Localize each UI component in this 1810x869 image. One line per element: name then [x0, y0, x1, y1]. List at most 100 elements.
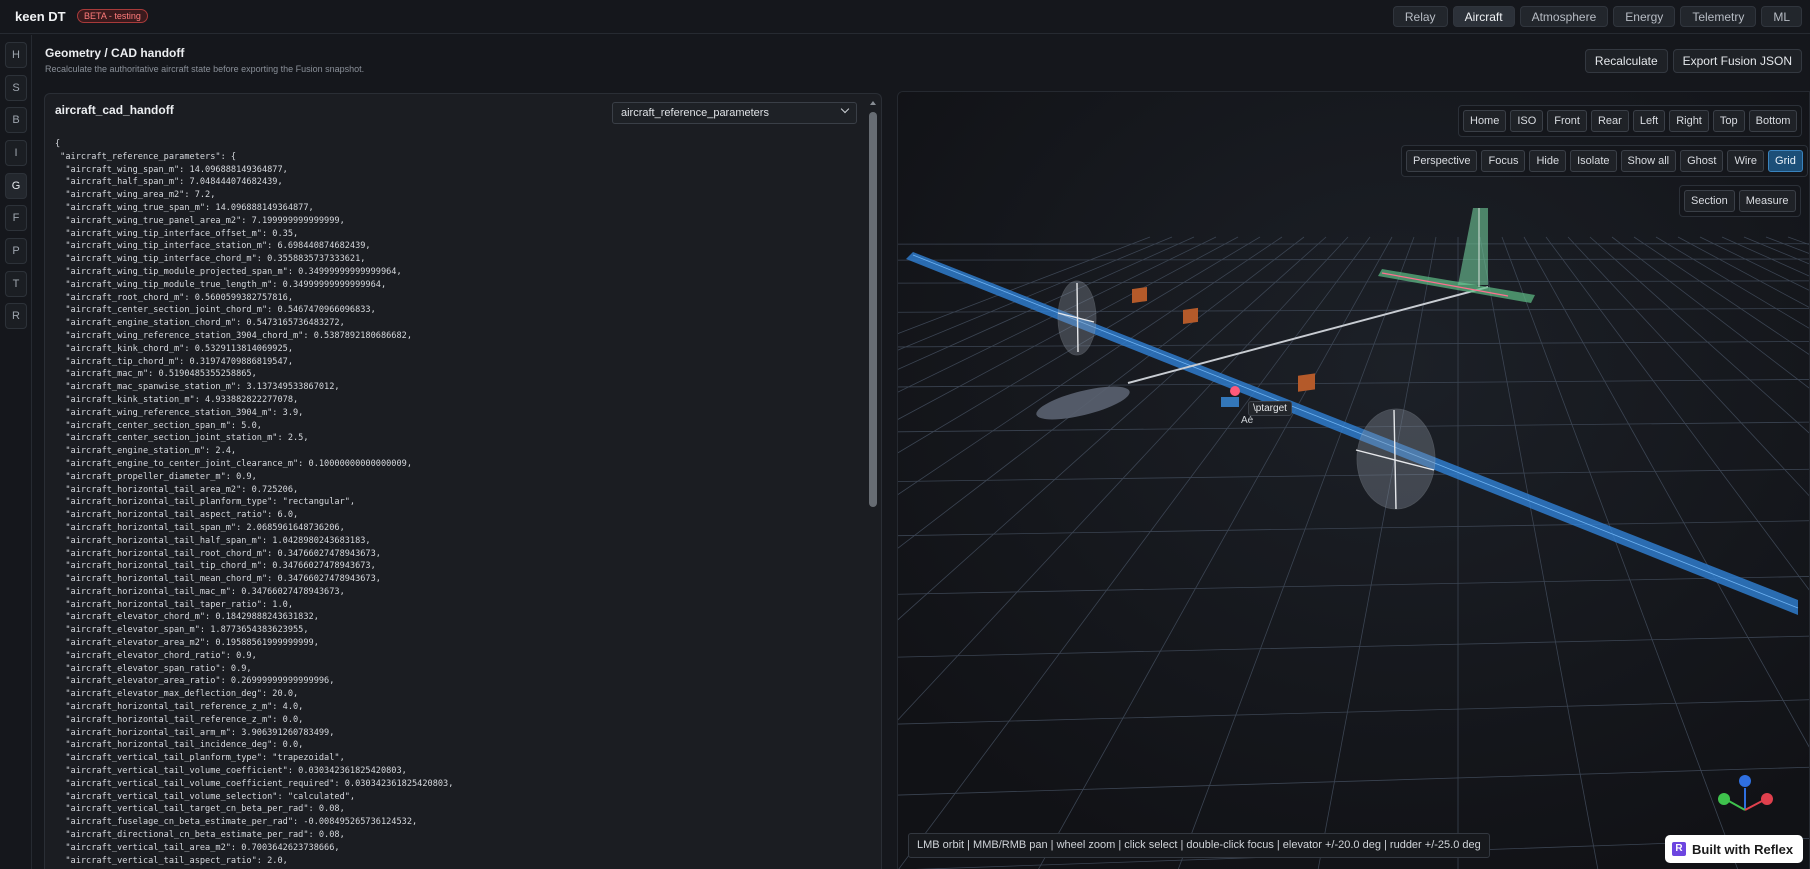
- mode-wire-button[interactable]: Wire: [1727, 150, 1765, 172]
- json-line: "aircraft_wing_tip_interface_station_m":…: [55, 241, 371, 252]
- view-left-button[interactable]: Left: [1632, 110, 1666, 132]
- top-bar: keen DT BETA - testing Relay Aircraft At…: [0, 0, 1810, 34]
- page-subtitle: Recalculate the authoritative aircraft s…: [45, 64, 365, 74]
- json-line: "aircraft_propeller_diameter_m": 0.9,: [55, 471, 257, 482]
- rail-button-g[interactable]: G: [5, 173, 27, 199]
- json-line: "aircraft_center_section_joint_station_m…: [55, 433, 309, 444]
- json-line: "aircraft_elevator_chord_m": 0.184298882…: [55, 612, 319, 623]
- app-title: keen DT: [15, 9, 66, 24]
- left-propeller-blade: [1076, 282, 1079, 353]
- header-actions: Recalculate Export Fusion JSON: [1584, 49, 1802, 73]
- nav-aircraft[interactable]: Aircraft: [1452, 6, 1515, 27]
- y-axis-handle[interactable]: [1718, 793, 1730, 805]
- axis-label: Aé: [1241, 415, 1254, 426]
- view-front-button[interactable]: Front: [1547, 110, 1587, 132]
- json-line: "aircraft_wing_true_panel_area_m2": 7.19…: [55, 215, 345, 226]
- cad-handoff-panel: aircraft_cad_handoff aircraft_reference_…: [44, 93, 882, 869]
- json-line: "aircraft_wing_span_m": 14.0968881493648…: [55, 164, 288, 175]
- view-bottom-button[interactable]: Bottom: [1748, 110, 1798, 132]
- json-line: "aircraft_fuselage_cn_beta_estimate_per_…: [55, 817, 418, 828]
- scrollbar-thumb[interactable]: [869, 112, 877, 507]
- x-axis-handle[interactable]: [1761, 793, 1773, 805]
- json-line: "aircraft_vertical_tail_planform_type": …: [55, 753, 345, 764]
- json-line: "aircraft_horizontal_tail_root_chord_m":…: [55, 548, 381, 559]
- json-line: "aircraft_horizontal_tail_mean_chord_m":…: [55, 574, 381, 585]
- built-with-reflex-badge[interactable]: R Built with Reflex: [1665, 835, 1804, 863]
- json-line: "aircraft_wing_tip_module_true_length_m"…: [55, 279, 387, 290]
- section-select[interactable]: aircraft_reference_parameters: [612, 102, 857, 124]
- viewport-background: [898, 92, 1809, 869]
- nacelle-pod[interactable]: [1183, 307, 1198, 324]
- rail-button-s[interactable]: S: [5, 75, 27, 101]
- panel-title: aircraft_cad_handoff: [55, 103, 174, 117]
- mode-hide-button[interactable]: Hide: [1529, 150, 1567, 172]
- json-line: "aircraft_kink_chord_m": 0.5329113814069…: [55, 343, 293, 354]
- rail-button-p[interactable]: P: [5, 238, 27, 264]
- json-line: "aircraft_wing_area_m2": 7.2,: [55, 190, 216, 201]
- nav-ml[interactable]: ML: [1761, 6, 1802, 27]
- view-toolbar: Home ISO Front Rear Left Right Top Bottom: [1458, 105, 1803, 137]
- rail-button-i[interactable]: I: [5, 140, 27, 166]
- selection-marker: [1221, 397, 1239, 407]
- recalculate-button[interactable]: Recalculate: [1584, 49, 1668, 73]
- rail-button-h[interactable]: H: [5, 42, 27, 68]
- json-line: "aircraft_horizontal_tail_arm_m": 3.9063…: [55, 727, 335, 738]
- built-with-reflex-label: Built with Reflex: [1692, 841, 1794, 857]
- rail-button-f[interactable]: F: [5, 205, 27, 231]
- json-line: "aircraft_vertical_tail_aspect_ratio": 2…: [55, 855, 288, 866]
- nav-energy[interactable]: Energy: [1613, 6, 1676, 27]
- mode-perspective-button[interactable]: Perspective: [1406, 150, 1478, 172]
- json-line: "aircraft_directional_cn_beta_estimate_p…: [55, 830, 345, 841]
- mode-grid-button[interactable]: Grid: [1768, 150, 1803, 172]
- nav-relay[interactable]: Relay: [1392, 6, 1448, 27]
- scroll-up-arrow-icon[interactable]: [870, 101, 876, 105]
- json-line: "aircraft_engine_station_m": 2.4,: [55, 446, 237, 457]
- rail-button-t[interactable]: T: [5, 271, 27, 297]
- json-line: "aircraft_mac_m": 0.5190485355258865,: [55, 369, 257, 380]
- nav-telemetry[interactable]: Telemetry: [1680, 6, 1757, 27]
- mode-ghost-button[interactable]: Ghost: [1680, 150, 1724, 172]
- view-home-button[interactable]: Home: [1463, 110, 1507, 132]
- mode-show-all-button[interactable]: Show all: [1620, 150, 1677, 172]
- json-line: "aircraft_horizontal_tail_taper_ratio": …: [55, 599, 293, 610]
- json-line: "aircraft_elevator_chord_ratio": 0.9,: [55, 650, 257, 661]
- controls-hint: LMB orbit | MMB/RMB pan | wheel zoom | c…: [908, 833, 1490, 858]
- nacelle-pod[interactable]: [1298, 373, 1315, 392]
- json-line: "aircraft_center_section_span_m": 5.0,: [55, 420, 262, 431]
- mode-isolate-button[interactable]: Isolate: [1570, 150, 1617, 172]
- view-rear-button[interactable]: Rear: [1590, 110, 1629, 132]
- nav-atmosphere[interactable]: Atmosphere: [1519, 6, 1609, 27]
- json-line: "aircraft_center_section_joint_chord_m":…: [55, 305, 376, 316]
- json-line: "aircraft_wing_tip_module_projected_span…: [55, 266, 402, 277]
- json-line: "aircraft_root_chord_m": 0.5600599382757…: [55, 292, 293, 303]
- json-line: "aircraft_horizontal_tail_tip_chord_m": …: [55, 561, 376, 572]
- rail-button-r[interactable]: R: [5, 303, 27, 329]
- main-nav: Relay Aircraft Atmosphere Energy Telemet…: [1392, 6, 1802, 27]
- mode-focus-button[interactable]: Focus: [1481, 150, 1526, 172]
- view-right-button[interactable]: Right: [1669, 110, 1709, 132]
- view-iso-button[interactable]: ISO: [1510, 110, 1544, 132]
- chevron-down-icon: [840, 104, 850, 114]
- z-axis-handle[interactable]: [1739, 775, 1751, 787]
- target-marker[interactable]: [1230, 386, 1240, 396]
- json-line: "aircraft_elevator_area_m2": 0.195885619…: [55, 638, 319, 649]
- json-line: "aircraft_wing_reference_station_3904_ch…: [55, 330, 412, 341]
- view-top-button[interactable]: Top: [1712, 110, 1745, 132]
- json-line: "aircraft_vertical_tail_volume_coefficie…: [55, 766, 407, 777]
- rail-button-b[interactable]: B: [5, 107, 27, 133]
- nacelle-pod[interactable]: [1132, 287, 1147, 304]
- json-line: "aircraft_kink_station_m": 4.93388282227…: [55, 394, 299, 405]
- export-fusion-json-button[interactable]: Export Fusion JSON: [1672, 49, 1802, 73]
- json-line: "aircraft_vertical_tail_area_m2": 0.7003…: [55, 842, 340, 853]
- json-line: "aircraft_horizontal_tail_reference_z_m"…: [55, 702, 304, 713]
- cad-viewport[interactable]: Aé Home ISO Front Rear Left Right Top Bottom Pe…: [897, 91, 1810, 869]
- json-line: "aircraft_elevator_area_ratio": 0.269999…: [55, 676, 335, 687]
- json-line: "aircraft_horizontal_tail_mac_m": 0.3476…: [55, 586, 345, 597]
- tool-section-button[interactable]: Section: [1684, 190, 1735, 212]
- json-line: "aircraft_elevator_span_ratio": 0.9,: [55, 663, 252, 674]
- tool-measure-button[interactable]: Measure: [1738, 190, 1796, 212]
- json-line: "aircraft_half_span_m": 7.04844407468243…: [55, 177, 283, 188]
- scene-canvas[interactable]: Aé: [898, 92, 1810, 869]
- json-line: "aircraft_wing_true_span_m": 14.09688814…: [55, 202, 314, 213]
- page-title: Geometry / CAD handoff: [45, 46, 185, 60]
